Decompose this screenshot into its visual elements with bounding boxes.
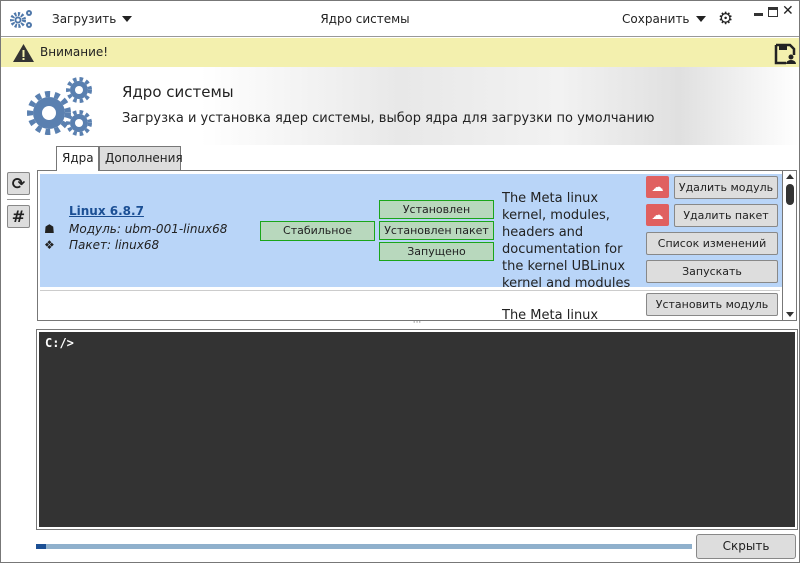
page-title: Ядро системы xyxy=(122,83,234,101)
kernel-row[interactable]: The Meta linux kernel. Установить модуль xyxy=(40,292,782,321)
status-running: Запущено xyxy=(379,242,494,261)
remove-module-button[interactable]: Удалить модуль xyxy=(674,176,778,199)
hash-icon: # xyxy=(11,207,26,226)
run-button[interactable]: Запускать xyxy=(646,260,778,283)
kernel-list: Linux 6.8.7 ☗ Модуль: ubm-001-linux68 ❖ … xyxy=(37,170,797,321)
page-subtitle: Загрузка и установка ядер системы, выбор… xyxy=(122,111,655,126)
app-window: Загрузить Ядро системы Сохранить ⚙ ✕ Вни… xyxy=(0,0,800,563)
progress-fill xyxy=(36,544,46,549)
maximize-button[interactable] xyxy=(768,7,778,17)
changelog-button[interactable]: Список изменений xyxy=(646,232,778,255)
window-title: Ядро системы xyxy=(320,12,410,26)
scroll-up-icon[interactable] xyxy=(786,174,794,179)
warning-icon xyxy=(13,44,34,62)
kernel-row-selected[interactable]: Linux 6.8.7 ☗ Модуль: ubm-001-linux68 ❖ … xyxy=(40,174,782,291)
save-profile-icon[interactable] xyxy=(774,43,796,65)
kernel-package: Пакет: linux68 xyxy=(69,238,160,252)
hash-button[interactable]: # xyxy=(7,205,30,228)
splitter-handle[interactable]: ··· xyxy=(37,319,797,330)
warning-bar: Внимание! xyxy=(1,38,799,67)
kernel-description: The Meta linux kernel, modules, headers … xyxy=(502,191,631,291)
cloud-download-icon[interactable]: ☁ xyxy=(646,204,669,226)
progress-bar xyxy=(36,544,692,549)
scrollbar-thumb[interactable] xyxy=(786,184,794,205)
tab-kernels[interactable]: Ядра xyxy=(56,146,99,171)
status-package-installed: Установлен пакет xyxy=(379,221,494,240)
kernel-description: The Meta linux kernel. xyxy=(502,308,599,321)
refresh-icon: ⟳ xyxy=(11,174,26,193)
list-scrollbar[interactable] xyxy=(782,171,796,320)
close-button[interactable]: ✕ xyxy=(782,3,794,19)
modules-icon: ☗ xyxy=(44,222,55,236)
terminal[interactable]: C:/> xyxy=(36,329,798,530)
save-menu-label: Сохранить xyxy=(622,12,690,26)
remove-package-button[interactable]: Удалить пакет xyxy=(674,204,778,227)
install-module-button[interactable]: Установить модуль xyxy=(646,293,778,316)
minimize-button[interactable] xyxy=(754,13,763,16)
tab-addons[interactable]: Дополнения xyxy=(99,146,183,170)
chevron-down-icon xyxy=(695,16,706,22)
kernel-name-link[interactable]: Linux 6.8.7 xyxy=(69,204,144,218)
cloud-download-icon[interactable]: ☁ xyxy=(646,176,669,198)
warning-text: Внимание! xyxy=(40,45,109,59)
status-module-installed: Установлен модуль xyxy=(379,200,494,233)
title-bar: Загрузить Ядро системы Сохранить ⚙ ✕ xyxy=(1,1,799,37)
hide-button[interactable]: Скрыть xyxy=(696,534,796,559)
refresh-button[interactable]: ⟳ xyxy=(7,172,30,195)
row-divider xyxy=(40,290,780,291)
kernel-module: Модуль: ubm-001-linux68 xyxy=(69,222,228,236)
branch-badge: Стабильное xyxy=(260,221,375,241)
scroll-down-icon[interactable] xyxy=(786,312,794,317)
page-header: Ядро системы Загрузка и установка ядер с… xyxy=(1,67,799,145)
settings-gear-icon[interactable]: ⚙ xyxy=(718,9,733,29)
terminal-prompt: C:/> xyxy=(45,336,74,350)
divider xyxy=(7,199,30,200)
package-icon: ❖ xyxy=(44,238,55,252)
save-menu[interactable]: Сохранить xyxy=(622,12,706,26)
kernel-gears-icon xyxy=(27,77,92,136)
